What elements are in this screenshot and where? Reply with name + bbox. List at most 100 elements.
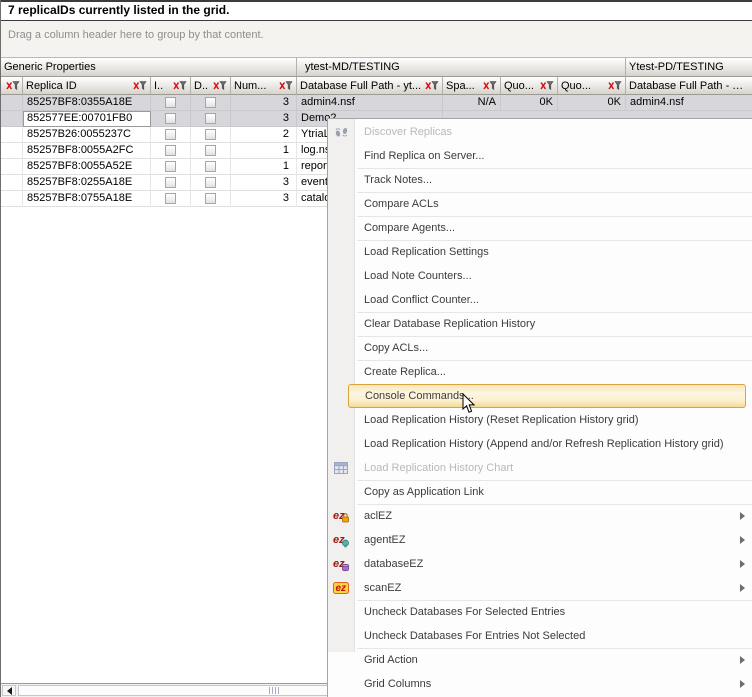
checkbox[interactable] — [205, 129, 216, 140]
checkbox-cell[interactable] — [151, 111, 191, 127]
menu-item-track-notes[interactable]: Track Notes... — [328, 168, 752, 192]
row-indicator-cell[interactable] — [1, 127, 23, 143]
menu-item-compare-acls[interactable]: Compare ACLs — [328, 192, 752, 216]
replica-id-cell-editing[interactable]: 852577EE:00701FB0 — [23, 111, 151, 127]
num-cell[interactable]: 3 — [231, 111, 297, 127]
checkbox-cell[interactable] — [151, 143, 191, 159]
filter-icon[interactable] — [608, 80, 622, 91]
row-indicator-cell[interactable] — [1, 159, 23, 175]
checkbox[interactable] — [165, 113, 176, 124]
replica-id-cell[interactable]: 85257BF8:0055A52E — [23, 159, 151, 175]
checkbox-cell[interactable] — [191, 159, 231, 175]
replica-id-cell[interactable]: 85257BF8:0255A18E — [23, 175, 151, 191]
menu-item-aclez[interactable]: ez aclEZ — [328, 504, 752, 528]
filter-icon[interactable] — [483, 80, 497, 91]
checkbox[interactable] — [165, 145, 176, 156]
group-header-ytest-pd[interactable]: Ytest-PD/TESTING — [626, 58, 752, 77]
checkbox[interactable] — [165, 97, 176, 108]
replica-id-cell[interactable]: 85257BF8:0755A18E — [23, 191, 151, 207]
checkbox[interactable] — [205, 193, 216, 204]
menu-item-load-replication-settings[interactable]: Load Replication Settings — [328, 240, 752, 264]
menu-item-agentez[interactable]: ez agentEZ — [328, 528, 752, 552]
checkbox[interactable] — [165, 129, 176, 140]
row-indicator-cell[interactable] — [1, 111, 23, 127]
checkbox-cell[interactable] — [151, 191, 191, 207]
group-by-drop-zone[interactable]: Drag a column header here to group by th… — [1, 21, 752, 58]
menu-item-find-replica-on-server[interactable]: Find Replica on Server... — [328, 144, 752, 168]
db-path-pd-cell[interactable]: admin4.nsf — [626, 95, 752, 111]
filter-icon[interactable] — [425, 80, 439, 91]
scrollbar-left-arrow[interactable] — [2, 685, 16, 696]
menu-item-copy-as-application-link[interactable]: Copy as Application Link — [328, 480, 752, 504]
menu-item-load-replication-history-append[interactable]: Load Replication History (Append and/or … — [328, 432, 752, 456]
checkbox-cell[interactable] — [191, 143, 231, 159]
checkbox-cell[interactable] — [151, 95, 191, 111]
column-header-num[interactable]: Num... — [231, 77, 297, 95]
filter-icon[interactable] — [6, 80, 20, 91]
num-cell[interactable]: 3 — [231, 95, 297, 111]
row-indicator-cell[interactable] — [1, 143, 23, 159]
column-header-replica-id[interactable]: Replica ID — [23, 77, 151, 95]
menu-item-uncheck-not-selected[interactable]: Uncheck Databases For Entries Not Select… — [328, 624, 752, 648]
column-header-space[interactable]: Spa... — [443, 77, 501, 95]
row-indicator-cell[interactable] — [1, 95, 23, 111]
menu-item-uncheck-selected[interactable]: Uncheck Databases For Selected Entries — [328, 600, 752, 624]
menu-item-load-note-counters[interactable]: Load Note Counters... — [328, 264, 752, 288]
menu-item-grid-action[interactable]: Grid Action — [328, 648, 752, 672]
replica-id-cell[interactable]: 85257BF8:0055A2FC — [23, 143, 151, 159]
checkbox[interactable] — [205, 113, 216, 124]
num-cell[interactable]: 2 — [231, 127, 297, 143]
checkbox[interactable] — [165, 193, 176, 204]
checkbox-cell[interactable] — [191, 191, 231, 207]
checkbox-cell[interactable] — [191, 111, 231, 127]
column-header-quota-1[interactable]: Quo... — [501, 77, 558, 95]
filter-icon[interactable] — [540, 80, 554, 91]
checkbox[interactable] — [205, 145, 216, 156]
quota-cell[interactable]: 0K — [501, 95, 558, 111]
checkbox-cell[interactable] — [151, 175, 191, 191]
checkbox-cell[interactable] — [191, 95, 231, 111]
menu-item-grid-columns[interactable]: Grid Columns — [328, 672, 752, 696]
checkbox[interactable] — [165, 177, 176, 188]
replica-id-cell[interactable]: 85257B26:0055237C — [23, 127, 151, 143]
checkbox-cell[interactable] — [151, 127, 191, 143]
group-header-ytest-md[interactable]: ytest-MD/TESTING — [297, 58, 626, 77]
filter-icon[interactable] — [133, 80, 147, 91]
db-path-md-cell[interactable]: admin4.nsf — [297, 95, 443, 111]
column-header-d[interactable]: D.. — [191, 77, 231, 95]
row-indicator-cell[interactable] — [1, 191, 23, 207]
menu-item-load-replication-history-reset[interactable]: Load Replication History (Reset Replicat… — [328, 408, 752, 432]
table-row[interactable]: 85257BF8:0355A18E 3 admin4.nsf N/A 0K 0K… — [1, 95, 752, 111]
num-cell[interactable]: 3 — [231, 175, 297, 191]
menu-item-clear-database-replication-history[interactable]: Clear Database Replication History — [328, 312, 752, 336]
filter-icon[interactable] — [279, 80, 293, 91]
menu-item-copy-acls[interactable]: Copy ACLs... — [328, 336, 752, 360]
column-header-db-path-md[interactable]: Database Full Path - yt... — [297, 77, 443, 95]
filter-icon[interactable] — [173, 80, 187, 91]
checkbox[interactable] — [205, 97, 216, 108]
menu-item-scanez[interactable]: ez scanEZ — [328, 576, 752, 600]
column-header-db-path-pd[interactable]: Database Full Path - Yt... — [626, 77, 752, 95]
num-cell[interactable]: 1 — [231, 159, 297, 175]
menu-item-create-replica[interactable]: Create Replica... — [328, 360, 752, 384]
filter-icon[interactable] — [213, 80, 227, 91]
checkbox[interactable] — [205, 161, 216, 172]
space-cell[interactable]: N/A — [443, 95, 501, 111]
group-header-generic[interactable]: Generic Properties — [1, 58, 297, 77]
row-indicator-cell[interactable] — [1, 175, 23, 191]
checkbox-cell[interactable] — [191, 175, 231, 191]
menu-item-compare-agents[interactable]: Compare Agents... — [328, 216, 752, 240]
column-header-row-indicator[interactable] — [1, 77, 23, 95]
checkbox[interactable] — [205, 177, 216, 188]
num-cell[interactable]: 3 — [231, 191, 297, 207]
quota-cell[interactable]: 0K — [558, 95, 626, 111]
menu-item-load-conflict-counter[interactable]: Load Conflict Counter... — [328, 288, 752, 312]
replica-id-cell[interactable]: 85257BF8:0355A18E — [23, 95, 151, 111]
column-header-quota-2[interactable]: Quo... — [558, 77, 626, 95]
menu-item-databaseez[interactable]: ez databaseEZ — [328, 552, 752, 576]
column-header-i[interactable]: I.. — [151, 77, 191, 95]
checkbox-cell[interactable] — [151, 159, 191, 175]
num-cell[interactable]: 1 — [231, 143, 297, 159]
menu-item-console-commands[interactable]: Console Commands... — [348, 384, 746, 408]
checkbox[interactable] — [165, 161, 176, 172]
